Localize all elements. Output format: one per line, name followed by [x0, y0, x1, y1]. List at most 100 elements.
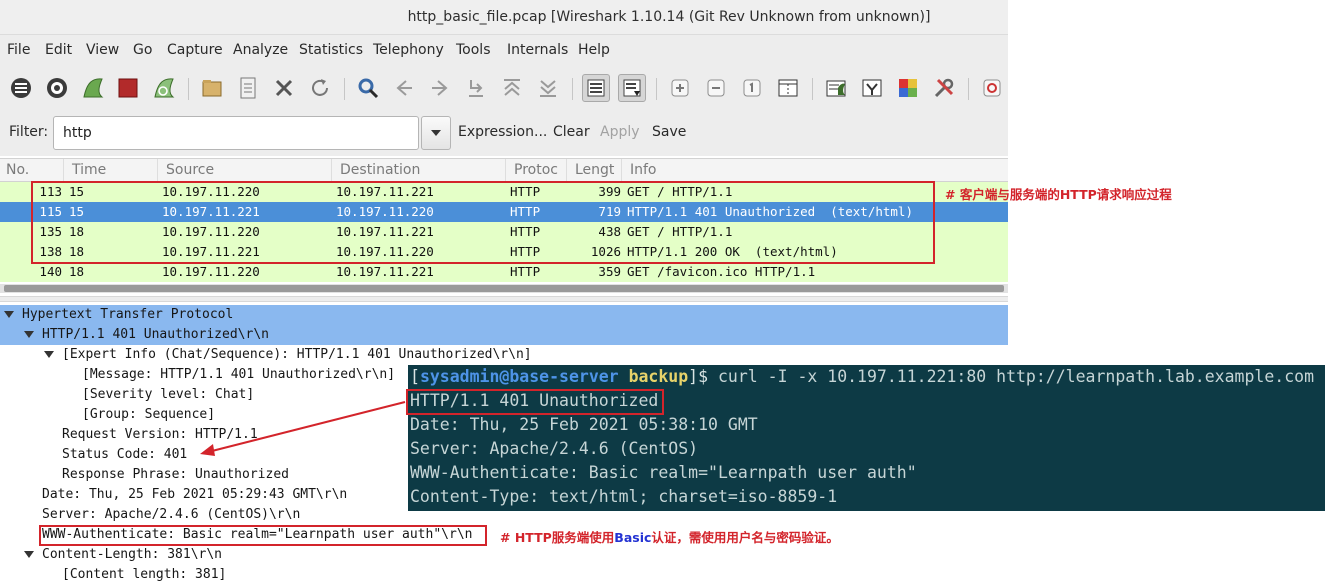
- resize-columns-icon[interactable]: [774, 74, 802, 102]
- column-header-info[interactable]: Info: [624, 159, 1008, 181]
- column-header-length[interactable]: Lengt: [569, 159, 622, 181]
- find-icon[interactable]: [354, 74, 382, 102]
- tree-row-text: Response Phrase: Unauthorized: [62, 467, 289, 482]
- zoom-out-icon[interactable]: [702, 74, 730, 102]
- menu-bar: File Edit View Go Capture Analyze Statis…: [0, 34, 1008, 66]
- forward-icon[interactable]: [426, 74, 454, 102]
- display-filters-icon[interactable]: [858, 74, 886, 102]
- menu-edit[interactable]: Edit: [45, 42, 72, 58]
- menu-statistics[interactable]: Statistics: [299, 42, 363, 58]
- packet-length: 359: [598, 264, 621, 279]
- colorize-icon[interactable]: [582, 74, 610, 102]
- prompt-bracket: ]$: [688, 367, 718, 386]
- expression-button[interactable]: Expression...: [458, 124, 547, 140]
- stop-capture-icon[interactable]: [114, 74, 142, 102]
- menu-capture[interactable]: Capture: [167, 42, 223, 58]
- interfaces-icon[interactable]: [7, 74, 35, 102]
- column-header-protocol[interactable]: Protoc: [508, 159, 567, 181]
- menu-tools[interactable]: Tools: [456, 42, 491, 58]
- tree-row[interactable]: [Expert Info (Chat/Sequence): HTTP/1.1 4…: [0, 345, 1008, 365]
- column-header-time[interactable]: Time: [66, 159, 158, 181]
- tree-row[interactable]: HTTP/1.1 401 Unauthorized\r\n: [0, 325, 1008, 345]
- annotation-note-http-flow: # 客户端与服务端的HTTP请求响应过程: [945, 187, 1172, 202]
- apply-button[interactable]: Apply: [600, 124, 640, 140]
- menu-go[interactable]: Go: [133, 42, 152, 58]
- packet-source: 10.197.11.220: [162, 264, 260, 279]
- terminal-command: curl -I -x 10.197.11.221:80 http://learn…: [717, 367, 1315, 386]
- tree-row-text: [Expert Info (Chat/Sequence): HTTP/1.1 4…: [62, 347, 532, 362]
- save-filter-button[interactable]: Save: [652, 124, 686, 140]
- annotation-box-packets: [31, 181, 935, 264]
- first-icon[interactable]: [498, 74, 526, 102]
- terminal-command-line: [sysadmin@base-server backup]$ curl -I -…: [410, 365, 1314, 389]
- packet-no: 140: [39, 264, 62, 279]
- tree-row-text: [Group: Sequence]: [82, 407, 216, 422]
- note-text: # HTTP服务端使用: [500, 530, 615, 545]
- expanded-arrow-icon[interactable]: [44, 351, 54, 358]
- autoscroll-icon[interactable]: [618, 74, 646, 102]
- open-icon[interactable]: [198, 74, 226, 102]
- coloring-rules-icon[interactable]: [894, 74, 922, 102]
- packet-info: GET /favicon.ico HTTP/1.1: [627, 264, 816, 279]
- close-icon[interactable]: [270, 74, 298, 102]
- terminal-output-line: Server: Apache/2.4.6 (CentOS): [410, 439, 699, 458]
- start-capture-icon[interactable]: [79, 74, 107, 102]
- tree-row[interactable]: Hypertext Transfer Protocol: [0, 305, 1008, 325]
- prompt-bracket: [: [410, 367, 420, 386]
- capture-filters-icon[interactable]: [822, 74, 850, 102]
- tree-row[interactable]: Content-Length: 381\r\n: [0, 545, 1008, 565]
- tree-row-text: Date: Thu, 25 Feb 2021 05:29:43 GMT\r\n: [42, 487, 348, 502]
- help-icon[interactable]: [978, 74, 1006, 102]
- packet-time: 18: [69, 264, 85, 279]
- prompt-dir: backup: [628, 367, 689, 386]
- filter-input[interactable]: [53, 116, 419, 150]
- terminal-output-line: Date: Thu, 25 Feb 2021 05:38:10 GMT: [410, 415, 758, 434]
- menu-view[interactable]: View: [86, 42, 119, 58]
- clear-button[interactable]: Clear: [553, 124, 590, 140]
- packet-destination: 10.197.11.221: [336, 264, 434, 279]
- tree-row-text: HTTP/1.1 401 Unauthorized\r\n: [42, 327, 269, 342]
- column-header-destination[interactable]: Destination: [334, 159, 506, 181]
- preferences-icon[interactable]: [930, 74, 958, 102]
- pane-splitter[interactable]: [0, 296, 1008, 302]
- tree-row-text: Request Version: HTTP/1.1: [62, 427, 258, 442]
- packet-list-scrollbar[interactable]: [0, 284, 1008, 293]
- packet-protocol: HTTP: [510, 264, 541, 279]
- filter-label: Filter:: [9, 124, 49, 140]
- expanded-arrow-icon[interactable]: [24, 551, 34, 558]
- filter-bar: Filter: Expression... Clear Apply Save: [0, 110, 1008, 156]
- normal-size-icon[interactable]: [738, 74, 766, 102]
- options-icon[interactable]: [43, 74, 71, 102]
- chevron-down-icon: [431, 130, 441, 136]
- packet-row[interactable]: 140 18 10.197.11.220 10.197.11.221 HTTP …: [0, 262, 1008, 282]
- menu-help[interactable]: Help: [578, 42, 610, 58]
- tree-row[interactable]: [Content length: 381]: [0, 565, 1008, 585]
- terminal-output-line: Content-Type: text/html; charset=iso-885…: [410, 487, 838, 506]
- tree-row-text: [Content length: 381]: [62, 567, 227, 582]
- menu-internals[interactable]: Internals: [507, 42, 568, 58]
- menu-file[interactable]: File: [7, 42, 30, 58]
- back-icon[interactable]: [390, 74, 418, 102]
- expanded-arrow-icon[interactable]: [24, 331, 34, 338]
- save-icon[interactable]: [234, 74, 262, 102]
- filter-history-dropdown[interactable]: [421, 116, 451, 150]
- tree-row-text: Hypertext Transfer Protocol: [22, 307, 234, 322]
- menu-analyze[interactable]: Analyze: [233, 42, 288, 58]
- reload-icon[interactable]: [306, 74, 334, 102]
- annotation-box-401: [406, 389, 664, 415]
- column-header-no[interactable]: No.: [0, 159, 64, 181]
- restart-capture-icon[interactable]: [150, 74, 178, 102]
- goto-icon[interactable]: [462, 74, 490, 102]
- zoom-in-icon[interactable]: [666, 74, 694, 102]
- last-icon[interactable]: [534, 74, 562, 102]
- expanded-arrow-icon[interactable]: [4, 311, 14, 318]
- annotation-note-basic-auth: # HTTP服务端使用Basic认证，需使用用户名与密码验证。: [500, 527, 839, 546]
- scrollbar-thumb[interactable]: [4, 285, 1004, 292]
- column-header-source[interactable]: Source: [160, 159, 332, 181]
- note-text: 认证，需使用用户名与密码验证。: [651, 530, 839, 545]
- window-title: http_basic_file.pcap [Wireshark 1.10.14 …: [0, 0, 1008, 34]
- terminal-output-line: WWW-Authenticate: Basic realm="Learnpath…: [410, 463, 917, 482]
- tree-row-text: [Severity level: Chat]: [82, 387, 255, 402]
- menu-telephony[interactable]: Telephony: [373, 42, 444, 58]
- main-toolbar: [0, 66, 1008, 110]
